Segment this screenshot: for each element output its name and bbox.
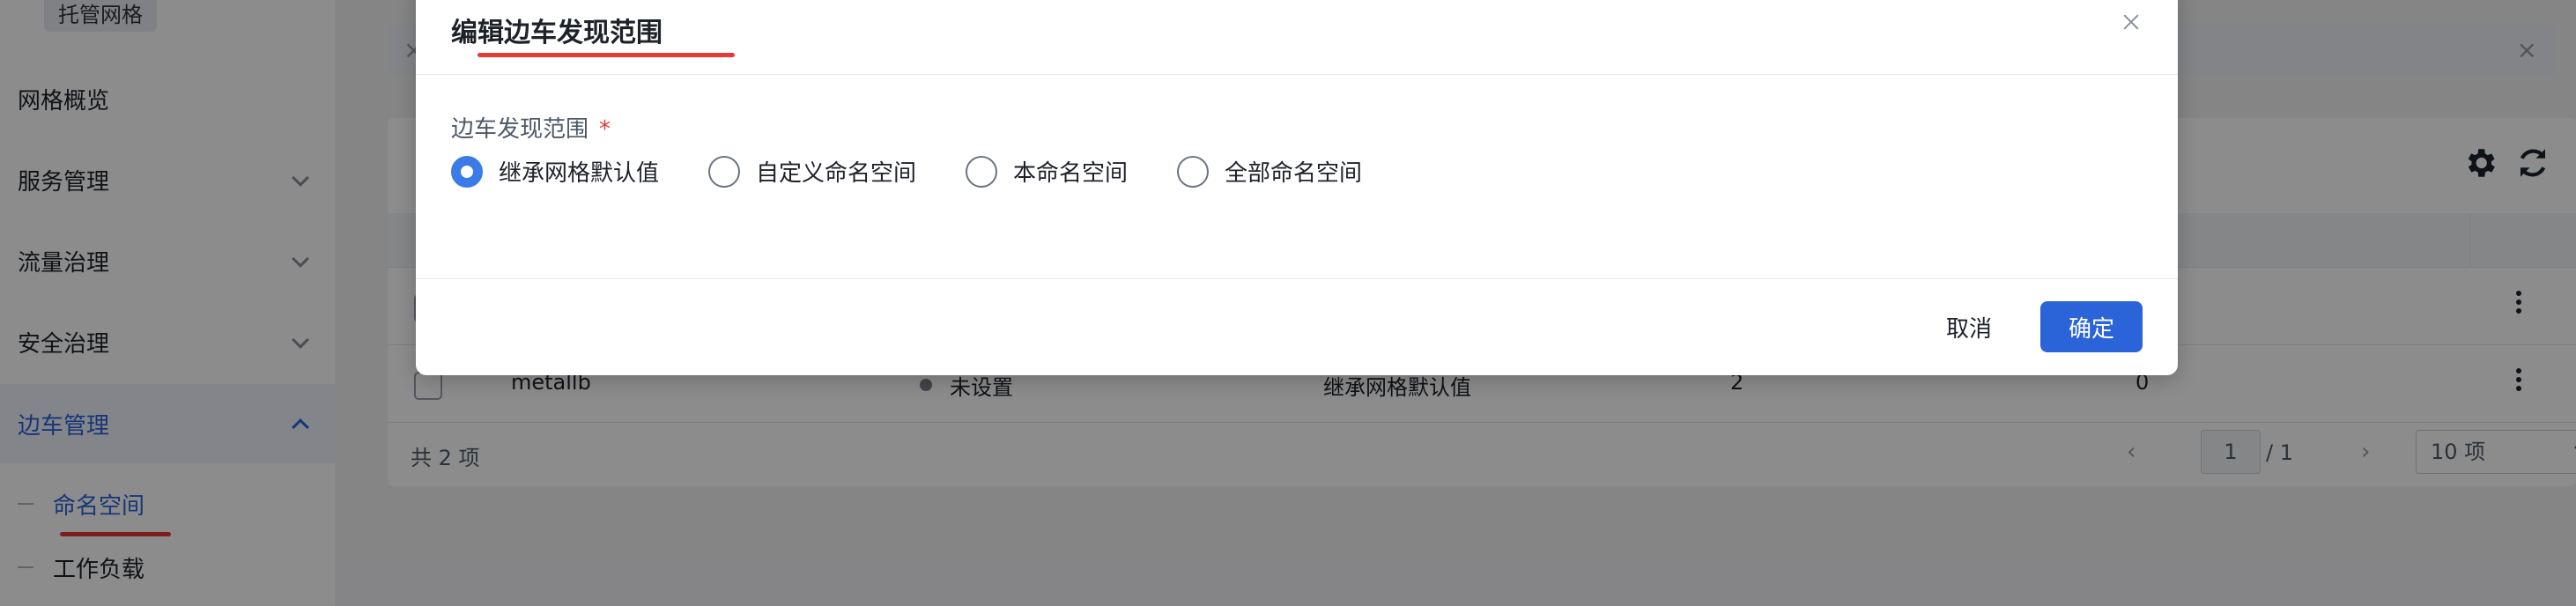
radio-inherit-default[interactable]: 继承网格默认值: [451, 155, 659, 188]
radio-checked-icon[interactable]: [451, 155, 483, 188]
radio-all-namespaces[interactable]: 全部命名空间: [1177, 155, 1362, 188]
annotation-underline: [477, 53, 735, 57]
confirm-button[interactable]: 确定: [2040, 301, 2143, 352]
scope-radio-group: 继承网格默认值 自定义命名空间 本命名空间 全部命名空间: [451, 155, 1411, 188]
required-mark: *: [599, 116, 611, 143]
radio-label: 全部命名空间: [1225, 160, 1363, 187]
radio-this-namespace[interactable]: 本命名空间: [966, 155, 1128, 188]
edit-sidecar-scope-dialog: 编辑边车发现范围 边车发现范围 * 继承网格默认值 自定义命名空间 本命名空间 全…: [416, 0, 2178, 375]
divider: [416, 278, 2178, 279]
dialog-title: 编辑边车发现范围: [451, 18, 663, 48]
radio-label: 继承网格默认值: [499, 160, 660, 187]
divider: [416, 74, 2178, 75]
radio-unchecked-icon[interactable]: [966, 155, 998, 188]
field-label-text: 边车发现范围: [451, 116, 589, 143]
radio-unchecked-icon[interactable]: [1177, 155, 1210, 188]
radio-label: 自定义命名空间: [756, 160, 917, 187]
radio-unchecked-icon[interactable]: [708, 155, 741, 188]
cancel-button[interactable]: 取消: [1924, 301, 2014, 352]
field-label: 边车发现范围 *: [451, 111, 611, 144]
radio-custom-namespace[interactable]: 自定义命名空间: [708, 155, 916, 188]
close-icon[interactable]: [2118, 9, 2144, 35]
radio-label: 本命名空间: [1013, 160, 1129, 187]
